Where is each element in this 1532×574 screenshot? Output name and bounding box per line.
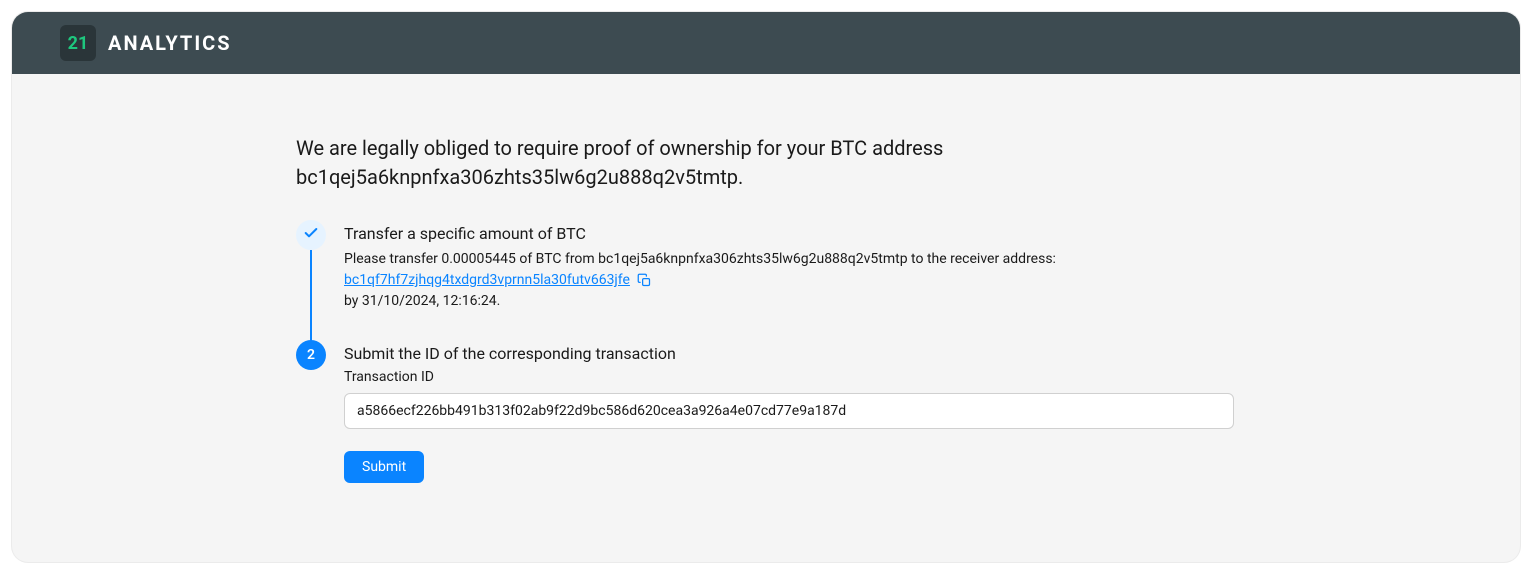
step-1-body: Transfer a specific amount of BTC Please…: [344, 220, 1236, 312]
transaction-id-label: Transaction ID: [344, 369, 1236, 385]
copy-icon[interactable]: [637, 273, 652, 288]
app-window: 21 ANALYTICS We are legally obliged to r…: [12, 12, 1520, 562]
transaction-id-input[interactable]: [344, 393, 1234, 429]
check-icon: [303, 225, 319, 245]
brand-badge: 21: [60, 25, 96, 61]
app-header: 21 ANALYTICS: [12, 12, 1520, 74]
intro-line-2: bc1qej5a6knpnfxa306zhts35lw6g2u888q2v5tm…: [296, 165, 743, 189]
step-1-desc-prefix: Please transfer 0.00005445 of BTC from b…: [344, 251, 1056, 267]
brand-name: ANALYTICS: [108, 31, 232, 55]
intro-text: We are legally obliged to require proof …: [296, 134, 1236, 192]
step-2-title: Submit the ID of the corresponding trans…: [344, 340, 1236, 363]
brand-logo: 21 ANALYTICS: [60, 25, 232, 61]
submit-button[interactable]: Submit: [344, 451, 424, 483]
step-1-description: Please transfer 0.00005445 of BTC from b…: [344, 249, 1236, 312]
main-content: We are legally obliged to require proof …: [296, 74, 1236, 483]
intro-line-1: We are legally obliged to require proof …: [296, 136, 943, 160]
step-2-badge: 2: [296, 340, 326, 370]
steps-list: Transfer a specific amount of BTC Please…: [296, 220, 1236, 483]
step-2: 2 Submit the ID of the corresponding tra…: [296, 340, 1236, 483]
step-2-body: Submit the ID of the corresponding trans…: [344, 340, 1236, 483]
step-1: Transfer a specific amount of BTC Please…: [296, 220, 1236, 312]
receiver-address-link[interactable]: bc1qf7hf7zjhqg4txdgrd3vprnn5la30futv663j…: [344, 272, 630, 288]
step-1-deadline: by 31/10/2024, 12:16:24.: [344, 293, 500, 309]
step-1-badge: [296, 220, 326, 250]
step-1-title: Transfer a specific amount of BTC: [344, 220, 1236, 243]
